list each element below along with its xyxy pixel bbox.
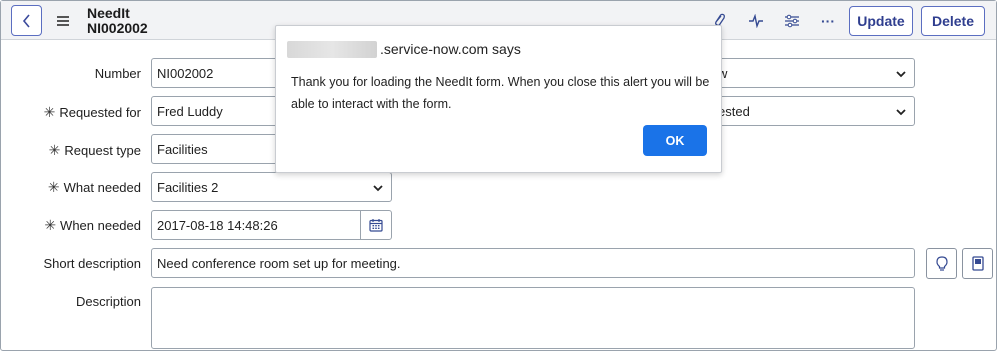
chevron-down-icon: [896, 109, 906, 116]
chevron-down-icon: [373, 185, 383, 192]
state-select[interactable]: w: [712, 58, 915, 88]
alert-dialog: .service-now.com says Thank you for load…: [275, 25, 722, 173]
number-field[interactable]: NI002002: [151, 58, 281, 88]
hamburger-menu-icon[interactable]: [57, 16, 69, 26]
date-picker-button[interactable]: [360, 210, 392, 240]
what-needed-value: Facilities 2: [157, 179, 219, 195]
suggestion-button[interactable]: [926, 248, 957, 279]
approval-select[interactable]: ested: [712, 96, 915, 126]
required-marker-icon: ✳: [48, 142, 61, 158]
what-needed-label-text: What needed: [63, 180, 141, 195]
update-button[interactable]: Update: [849, 6, 913, 36]
when-needed-field[interactable]: 2017-08-18 14:48:26: [151, 210, 361, 240]
dialog-message: Thank you for loading the NeedIt form. W…: [291, 75, 710, 111]
short-description-label: Short description: [43, 256, 141, 271]
required-marker-icon: ✳: [44, 217, 57, 233]
required-marker-icon: ✳: [43, 104, 56, 120]
request-type-label-text: Request type: [64, 143, 141, 158]
requested-for-label-text: Requested for: [59, 105, 141, 120]
ok-button[interactable]: OK: [643, 125, 707, 156]
when-needed-label-text: When needed: [60, 218, 141, 233]
activity-pulse-icon[interactable]: [747, 12, 765, 30]
approval-select-value: ested: [718, 103, 750, 119]
knowledge-button[interactable]: [962, 248, 993, 279]
redacted-hostname: [287, 41, 377, 58]
form-name: NeedIt: [87, 5, 130, 21]
description-label: Description: [75, 294, 141, 309]
request-type-label: ✳ Request type: [1, 142, 141, 159]
book-icon: [971, 256, 984, 271]
requested-for-field[interactable]: Fred Luddy: [151, 96, 281, 126]
required-marker-icon: ✳: [47, 179, 60, 195]
what-needed-label: ✳ What needed: [1, 179, 141, 196]
more-options-icon[interactable]: ···: [819, 12, 837, 30]
dialog-title: .service-now.com says: [380, 41, 521, 57]
settings-sliders-icon[interactable]: [783, 12, 801, 30]
chevron-down-icon: [896, 71, 906, 78]
description-textarea[interactable]: [151, 287, 915, 349]
chevron-left-icon: [22, 13, 30, 28]
lightbulb-icon: [935, 255, 948, 271]
requested-for-label: ✳ Requested for: [1, 104, 141, 121]
request-type-select[interactable]: Facilities: [151, 134, 281, 164]
delete-button[interactable]: Delete: [921, 6, 985, 36]
what-needed-select[interactable]: Facilities 2: [151, 172, 392, 202]
when-needed-label: ✳ When needed: [1, 217, 141, 234]
number-label: Number: [94, 66, 141, 81]
short-description-field[interactable]: Need conference room set up for meeting.: [151, 248, 915, 278]
back-button[interactable]: [11, 5, 42, 36]
calendar-icon: [369, 219, 383, 232]
record-number: NI002002: [87, 20, 148, 36]
page-title: NeedIt NI002002: [87, 6, 148, 36]
